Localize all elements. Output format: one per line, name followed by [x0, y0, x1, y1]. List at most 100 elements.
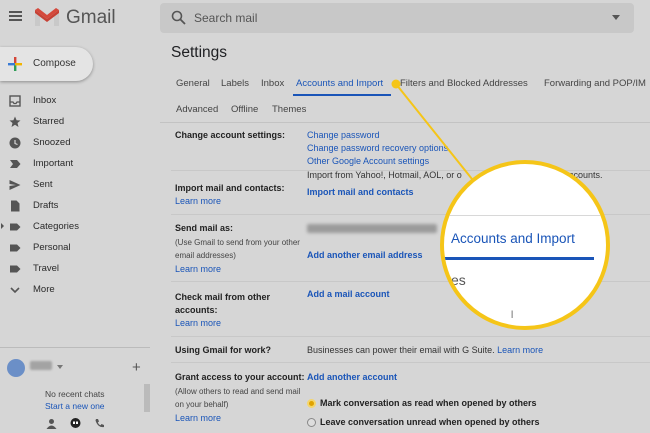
contacts-icon[interactable]	[46, 418, 57, 429]
tab-filters[interactable]: Filters and Blocked Addresses	[400, 78, 528, 89]
compose-button[interactable]: Compose	[0, 47, 93, 81]
tab-themes[interactable]: Themes	[272, 104, 306, 115]
leave-unread-radio[interactable]	[307, 418, 316, 427]
sidebar-item-label: Drafts	[33, 200, 59, 211]
sidebar-item-label: Starred	[33, 116, 65, 127]
main-menu-icon[interactable]	[9, 11, 22, 21]
search-input[interactable]: Search mail	[194, 11, 257, 25]
sidebar-item-label: Important	[33, 158, 74, 169]
sidebar-item-categories[interactable]: Categories	[0, 216, 150, 237]
change-account-label: Change account settings:	[175, 130, 286, 140]
import-mail-link[interactable]: Import mail and contacts	[307, 187, 414, 197]
clock-icon	[9, 137, 21, 149]
draft-icon	[11, 200, 20, 212]
check-mail-label: accounts:	[175, 305, 218, 315]
import-learn-more-link[interactable]: Learn more	[175, 196, 221, 206]
label-icon	[10, 265, 21, 273]
search-icon[interactable]	[171, 10, 186, 25]
sidebar-item-label: Snoozed	[33, 137, 71, 148]
send-mail-as-sub: email addresses)	[175, 251, 236, 260]
import-mail-label: Import mail and contacts:	[175, 183, 285, 193]
star-icon	[9, 116, 21, 127]
sidebar-item-more[interactable]: More	[0, 279, 150, 300]
compose-plus-icon	[8, 57, 22, 71]
sidebar-item-drafts[interactable]: Drafts	[0, 195, 150, 216]
tab-offline[interactable]: Offline	[231, 104, 258, 115]
search-bar[interactable]: Search mail	[160, 3, 634, 33]
sidebar-item-label: Travel	[33, 263, 60, 274]
gsuite-learn-more-link[interactable]: Learn more	[497, 345, 543, 355]
sidebar-item-inbox[interactable]: Inbox	[0, 90, 150, 111]
gmail-brand: Gmail	[66, 7, 116, 28]
top-bar: Gmail Search mail	[0, 0, 650, 36]
section-divider	[171, 336, 650, 337]
tab-forwarding[interactable]: Forwarding and POP/IM	[544, 78, 646, 89]
avatar[interactable]	[7, 359, 25, 377]
gsuite-text: Businesses can power their email with G …	[307, 345, 543, 355]
label-icon	[10, 223, 21, 231]
new-chat-plus-icon[interactable]: +	[132, 360, 141, 375]
inbox-icon	[9, 95, 21, 107]
sidebar-nav: Inbox Starred Snoozed Important Sent Dra…	[0, 90, 150, 300]
send-icon	[9, 180, 21, 190]
sidebar-item-travel[interactable]: Travel	[0, 258, 150, 279]
tab-inbox[interactable]: Inbox	[261, 78, 284, 89]
other-account-settings-link[interactable]: Other Google Account settings	[307, 156, 429, 166]
sidebar-item-label: Inbox	[33, 95, 57, 106]
chat-footer	[46, 418, 106, 431]
zoom-divider	[444, 215, 606, 216]
change-recovery-link[interactable]: Change password recovery options	[307, 143, 448, 153]
magnifier-callout: Accounts and Import es l	[440, 160, 610, 330]
sidebar-item-important[interactable]: Important	[0, 153, 150, 174]
send-mail-as-label: Send mail as:	[175, 223, 234, 233]
tab-general[interactable]: General	[176, 78, 210, 89]
redacted-email	[307, 224, 437, 233]
search-options-icon[interactable]	[612, 15, 620, 20]
sidebar-item-label: Personal	[33, 242, 71, 253]
sidebar-divider	[0, 347, 150, 348]
zoom-tab-label: Accounts and Import	[451, 231, 575, 246]
mark-read-radio[interactable]	[307, 399, 316, 408]
tab-accounts-and-import[interactable]: Accounts and Import	[296, 78, 383, 89]
sidebar-item-snoozed[interactable]: Snoozed	[0, 132, 150, 153]
start-chat-link[interactable]: Start a new one	[45, 401, 105, 411]
grant-learn-more-link[interactable]: Learn more	[175, 413, 221, 423]
sidebar-item-label: Categories	[33, 221, 79, 232]
hangouts-icon[interactable]	[70, 418, 81, 429]
sidebar-item-starred[interactable]: Starred	[0, 111, 150, 132]
send-as-learn-more-link[interactable]: Learn more	[175, 264, 221, 274]
import-note: Import from Yahoo!, Hotmail, AOL, or o	[307, 170, 462, 180]
leave-unread-label[interactable]: Leave conversation unread when opened by…	[320, 417, 540, 427]
account-name-redacted[interactable]	[30, 361, 52, 370]
chat-empty-text: No recent chats	[45, 389, 105, 399]
send-mail-as-sub: (Use Gmail to send from your other	[175, 238, 300, 247]
grant-access-label: Grant access to your account:	[175, 372, 305, 382]
tabs-divider	[160, 122, 650, 123]
add-another-account-link[interactable]: Add another account	[307, 372, 397, 382]
zoom-tab-underline	[444, 257, 594, 260]
sidebar-item-label: More	[33, 284, 55, 295]
sidebar-item-sent[interactable]: Sent	[0, 174, 150, 195]
tab-advanced[interactable]: Advanced	[176, 104, 218, 115]
expand-arrow-icon[interactable]	[1, 223, 4, 229]
phone-icon[interactable]	[94, 418, 105, 429]
chat-scrollbar[interactable]	[144, 384, 150, 412]
add-email-address-link[interactable]: Add another email address	[307, 250, 423, 260]
section-divider	[171, 362, 650, 363]
label-icon	[10, 244, 21, 252]
sidebar-item-personal[interactable]: Personal	[0, 237, 150, 258]
sidebar-item-label: Sent	[33, 179, 53, 190]
account-caret-icon[interactable]	[57, 365, 63, 369]
important-icon	[10, 160, 21, 168]
zoom-tick-text: l	[511, 310, 514, 321]
add-mail-account-link[interactable]: Add a mail account	[307, 289, 390, 299]
active-tab-indicator	[293, 94, 391, 96]
gmail-for-work-label: Using Gmail for work?	[175, 345, 272, 355]
mark-read-label[interactable]: Mark conversation as read when opened by…	[320, 398, 537, 408]
compose-label: Compose	[33, 58, 76, 69]
change-password-link[interactable]: Change password	[307, 130, 380, 140]
check-mail-learn-more-link[interactable]: Learn more	[175, 318, 221, 328]
grant-access-sub: on your behalf)	[175, 400, 229, 409]
tab-labels[interactable]: Labels	[221, 78, 249, 89]
gmail-logo-icon[interactable]	[34, 6, 60, 28]
